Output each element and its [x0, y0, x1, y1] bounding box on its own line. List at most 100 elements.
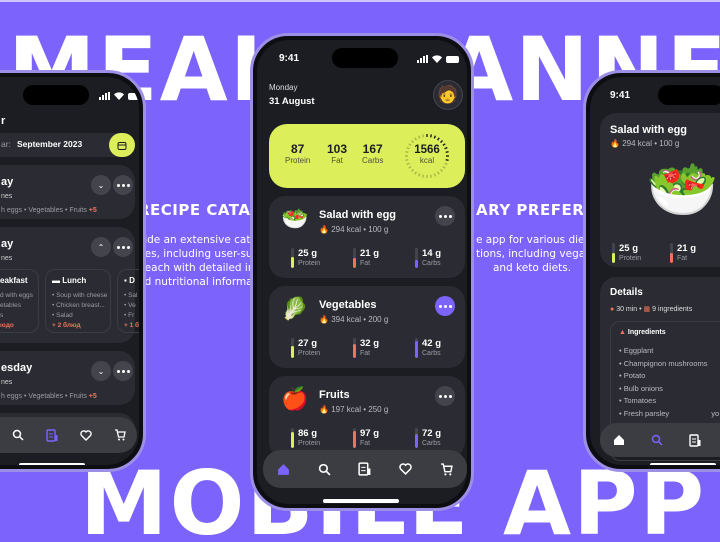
kcal-ring-tick [439, 168, 444, 173]
more-options-button[interactable] [113, 175, 133, 195]
bottom-nav [600, 423, 720, 457]
recipe-title: Salad with egg [610, 124, 688, 136]
nav-favorites[interactable] [396, 459, 416, 479]
day-items: h eggs • Vegetables • Fruits +5 [1, 207, 97, 214]
meal-column-title: eakfast [0, 276, 28, 285]
nav-home[interactable] [609, 430, 629, 450]
summary-carbs: 167 Carbs [362, 142, 384, 165]
bag-icon: ▲ [619, 329, 626, 336]
chevron-down-icon: ⌄ [97, 180, 105, 190]
meal-meta: 🔥 294 kcal • 100 g [319, 225, 389, 234]
kcal-ring-tick [442, 165, 446, 169]
wifi-icon [432, 55, 442, 63]
macro-bar [353, 338, 356, 358]
kcal-ring-tick [436, 171, 440, 175]
meal-title: Fruits [319, 389, 350, 401]
ingredients-list: • Eggplant • Champignon mushrooms • Pota… [619, 345, 719, 421]
calendar-label: ar: [1, 139, 11, 149]
daily-summary-card: 87 Protein 103 Fat 167 Carbs 1566 kcal [269, 124, 465, 188]
wifi-icon [114, 92, 124, 100]
dinner-icon: ▪ [124, 276, 127, 285]
meal-column-title: ▬ Lunch [52, 276, 87, 285]
kcal-ring-tick [436, 137, 440, 141]
meal-options-button[interactable] [435, 206, 455, 226]
expand-button[interactable]: ⌄ [91, 175, 111, 195]
meal-card[interactable]: 🥗 Salad with egg 🔥 294 kcal • 100 g 25 g… [269, 196, 465, 278]
kcal-ring-tick [439, 139, 444, 144]
summary-fat: 103 Fat [327, 142, 348, 165]
meal-image: 🍎 [281, 386, 309, 411]
more-options-button[interactable] [113, 237, 133, 257]
nav-recipes[interactable] [355, 459, 375, 479]
search-icon [651, 434, 663, 446]
nav-favorites[interactable] [76, 425, 96, 445]
feature-recipe-catalog: RECIPE CATALOG vide an extensive cata pe… [138, 201, 253, 289]
macro-bar [415, 248, 418, 268]
dynamic-island [332, 48, 398, 68]
macro-bar [415, 338, 418, 358]
nav-home[interactable] [273, 459, 293, 479]
summary-protein: 87 Protein [285, 142, 311, 165]
more-options-button[interactable] [113, 361, 133, 381]
macro-protein: 25 g Protein [612, 243, 641, 263]
meal-card[interactable]: 🍎 Fruits 🔥 197 kcal • 250 g 86 g Protein … [269, 376, 465, 458]
nav-search[interactable] [314, 459, 334, 479]
heart-icon [399, 463, 412, 475]
day-card[interactable]: ay nes h eggs • Vegetables • Fruits +5 ⌄ [0, 165, 135, 219]
day-card-expanded[interactable]: ay nes ⌃ eakfast d with eggs etables s ıод… [0, 227, 139, 343]
signal-icon [417, 55, 428, 63]
cart-icon [115, 429, 126, 441]
feature-line: tions, including vegan [476, 248, 588, 260]
calendar-selector[interactable]: ar: September 2023 [0, 133, 135, 157]
meal-column-items: • Soup with cheese • Chicken breast... • S… [52, 292, 108, 329]
kcal-ring-tick [444, 162, 448, 166]
collapse-button[interactable]: ⌃ [91, 237, 111, 257]
meal-column-lunch[interactable]: ▬ Lunch • Soup with cheese • Chicken brea… [45, 269, 111, 333]
chevron-down-icon: ⌄ [97, 366, 105, 376]
summary-kcal: 1566 kcal [414, 144, 440, 165]
calendar-button[interactable] [109, 133, 135, 157]
day-items: h eggs • Vegetables • Fruits +5 [1, 393, 97, 400]
kcal-ring-tick [433, 173, 437, 177]
nav-search[interactable] [647, 430, 667, 450]
salad-image: 🥗 [646, 157, 719, 222]
recipe-hero-card: Salad with egg 🔥 294 kcal • 100 g 🥗 25 g… [600, 113, 720, 267]
meal-column-items: • Sal • Ve • Fr + 1 б [124, 292, 139, 329]
meal-card[interactable]: 🥬 Vegetables 🔥 394 kcal • 200 g 27 g Prot… [269, 286, 465, 368]
macro-bar [291, 248, 294, 268]
avatar[interactable]: 🧑 [433, 80, 463, 110]
phone-meal-plan: r ar: September 2023 ay nes h eggs • Veg… [0, 70, 146, 472]
cart-icon [441, 462, 453, 475]
date-label: 31 August [269, 96, 315, 107]
day-card[interactable]: esday nes h eggs • Vegetables • Fruits +… [0, 351, 135, 405]
kcal-ring-tick [414, 137, 418, 141]
meal-options-button[interactable] [435, 386, 455, 406]
meal-column[interactable]: eakfast d with eggs etables s ıодо [0, 269, 39, 333]
macro-fat: 97 g Fat [353, 428, 379, 448]
feature-line: vide an extensive cata [138, 234, 253, 246]
day-sub: nes [1, 193, 13, 200]
ingredient-item: • Bulb onions [619, 383, 663, 393]
status-time: 9:41 [279, 53, 300, 64]
nav-recipes[interactable] [42, 425, 62, 445]
feature-line: pes, including user-su [138, 248, 253, 260]
nav-cart[interactable] [437, 459, 457, 479]
meal-options-button[interactable] [435, 296, 455, 316]
nav-recipes[interactable] [685, 430, 705, 450]
kcal-ring-tick [422, 134, 424, 138]
meal-column-dinner[interactable]: ▪ D • Sal • Ve • Fr + 1 б [117, 269, 139, 333]
top-strip [0, 0, 720, 2]
kcal-ring-tick [414, 171, 418, 175]
nav-search[interactable] [8, 425, 28, 445]
nav-cart[interactable] [110, 425, 130, 445]
feature-heading: ARY PREFERE [476, 201, 588, 219]
kcal-ring-tick [445, 159, 449, 161]
macro-bar [353, 428, 356, 448]
macro-protein: 86 g Protein [291, 428, 320, 448]
status-time: 9:41 [610, 90, 631, 101]
dynamic-island [658, 85, 720, 105]
expand-button[interactable]: ⌄ [91, 361, 111, 381]
feature-line: , each with detailed in [138, 262, 253, 274]
clock-icon: ● [610, 306, 615, 313]
macro-protein: 27 g Protein [291, 338, 320, 358]
